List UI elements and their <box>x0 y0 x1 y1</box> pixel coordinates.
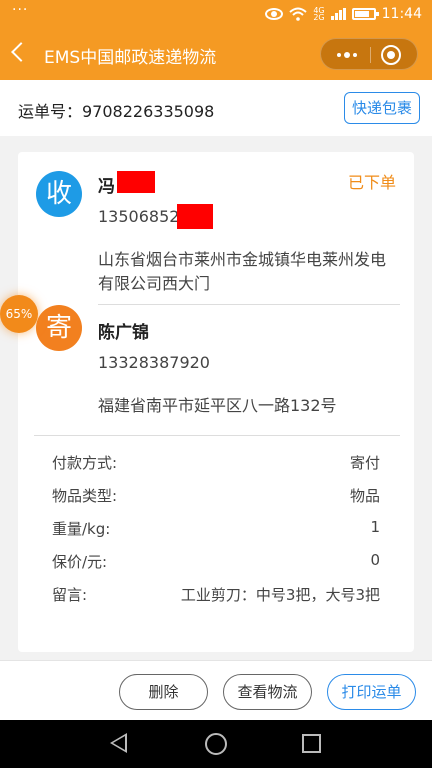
divider <box>34 435 400 436</box>
detail-value: 物品 <box>349 487 380 505</box>
page-title: EMS中国邮政速递物流 <box>44 48 217 68</box>
view-tracking-button[interactable]: 查看物流 <box>223 674 312 710</box>
shipment-card: 收 冯 13506852 山东省烟台市莱州市金城镇华电莱州发电有限公司西大门 已… <box>18 152 414 652</box>
order-status: 已下单 <box>347 173 396 192</box>
more-icon[interactable] <box>337 52 357 58</box>
detail-label: 重量/kg: <box>52 520 111 538</box>
recipient-phone-redaction <box>177 204 213 229</box>
signal-icon <box>330 8 346 20</box>
eye-icon <box>265 8 284 20</box>
detail-value: 寄付 <box>349 454 380 472</box>
nav-back-icon[interactable] <box>110 733 127 753</box>
recipient-address: 山东省烟台市莱州市金城镇华电莱州发电有限公司西大门 <box>98 250 387 293</box>
detail-row-payment: 付款方式: 寄付 <box>52 452 380 474</box>
waybill-row: 运单号：9708226335098 快递包裹 <box>0 80 432 136</box>
miniprogram-capsule <box>320 38 418 70</box>
detail-value: 0 <box>370 551 380 569</box>
express-package-button[interactable]: 快递包裹 <box>344 92 420 124</box>
detail-value: 1 <box>370 518 380 536</box>
detail-label: 留言: <box>52 586 88 604</box>
status-bar: ··· 4G 2G 11:44 <box>0 0 432 30</box>
detail-row-weight: 重量/kg: 1 <box>52 518 380 540</box>
nav-recents-icon[interactable] <box>302 734 321 753</box>
screen: ··· 4G 2G 11:44 EMS中国邮政速递物流 运单号：97082263… <box>0 0 432 768</box>
sender-name: 陈广锦 <box>98 323 149 343</box>
detail-value: 工业剪刀：中号3把，大号3把 <box>180 586 380 604</box>
back-icon[interactable] <box>11 42 31 62</box>
detail-row-insurance: 保价/元: 0 <box>52 551 380 573</box>
recipient-name: 冯 <box>98 177 115 197</box>
detail-label: 物品类型: <box>52 487 118 505</box>
battery-icon <box>351 8 379 20</box>
detail-row-message: 留言: 工业剪刀：中号3把，大号3把 <box>52 584 380 606</box>
waybill-number: 运单号：9708226335098 <box>18 102 215 121</box>
recipient-avatar: 收 <box>36 171 82 217</box>
print-waybill-button[interactable]: 打印运单 <box>327 674 416 710</box>
recipient-name-redaction <box>117 171 155 193</box>
sender-address: 福建省南平市延平区八一路132号 <box>98 396 337 415</box>
nav-home-icon[interactable] <box>205 733 227 755</box>
recipient-phone: 13506852 <box>98 207 180 226</box>
detail-row-item-type: 物品类型: 物品 <box>52 485 380 507</box>
floating-progress-badge[interactable]: 65% <box>0 295 38 333</box>
status-menu-dots: ··· <box>12 2 29 18</box>
close-miniprogram-icon[interactable] <box>381 45 401 65</box>
sender-phone: 13328387920 <box>98 353 210 372</box>
action-bar: 删除 查看物流 打印运单 <box>0 660 432 720</box>
wifi-icon <box>289 7 308 21</box>
capsule-divider <box>370 47 371 63</box>
network-type-indicator: 4G 2G <box>313 7 325 22</box>
title-bar: EMS中国邮政速递物流 <box>0 30 432 80</box>
system-nav-bar <box>0 720 432 768</box>
divider <box>98 304 400 305</box>
detail-label: 保价/元: <box>52 553 108 571</box>
network-bottom-label: 2G <box>313 13 325 22</box>
status-icons: 4G 2G 11:44 <box>265 6 422 22</box>
clock: 11:44 <box>381 6 422 22</box>
delete-button[interactable]: 删除 <box>119 674 208 710</box>
sender-avatar: 寄 <box>36 305 82 351</box>
detail-label: 付款方式: <box>52 454 118 472</box>
